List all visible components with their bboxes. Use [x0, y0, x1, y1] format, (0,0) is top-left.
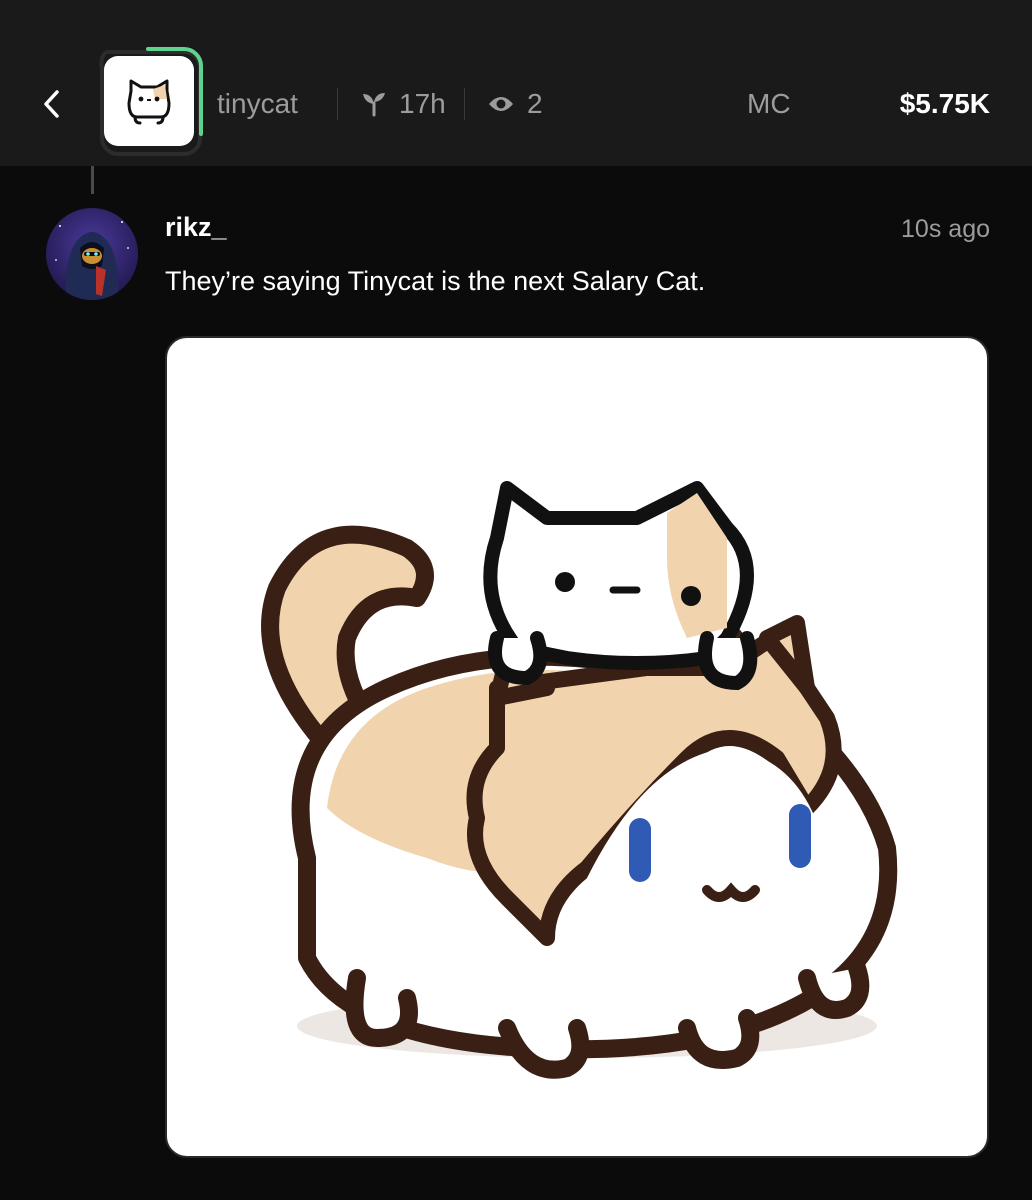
market-cap-label: MC — [747, 88, 791, 119]
timestamp: 10s ago — [901, 215, 990, 243]
avatar[interactable] — [46, 208, 138, 300]
token-logo — [104, 56, 194, 146]
views-value: 2 — [527, 88, 543, 119]
back-button[interactable] — [32, 84, 72, 124]
divider — [464, 88, 465, 120]
token-avatar[interactable] — [96, 46, 206, 156]
top-bar: tinycat 17h 2 MC $5.75K — [0, 0, 1032, 166]
market-cap-value: $5.75K — [899, 88, 990, 119]
cat-logo-icon — [127, 79, 171, 125]
comment-text: They’re saying Tinycat is the next Salar… — [165, 266, 706, 296]
views-stat: 2 — [487, 84, 543, 124]
username[interactable]: rikz_ — [165, 212, 227, 243]
sprout-icon — [363, 93, 385, 117]
age-value: 17h — [399, 88, 446, 119]
age-stat: 17h — [361, 84, 446, 124]
token-name[interactable]: tinycat — [217, 84, 298, 124]
eye-icon — [489, 97, 513, 111]
cat-illustration — [261, 481, 898, 1079]
divider — [337, 88, 338, 120]
post-image[interactable] — [165, 336, 989, 1158]
chevron-left-icon — [44, 90, 59, 118]
hooded-figure-avatar-icon — [46, 208, 138, 300]
thread-connector — [91, 166, 94, 194]
